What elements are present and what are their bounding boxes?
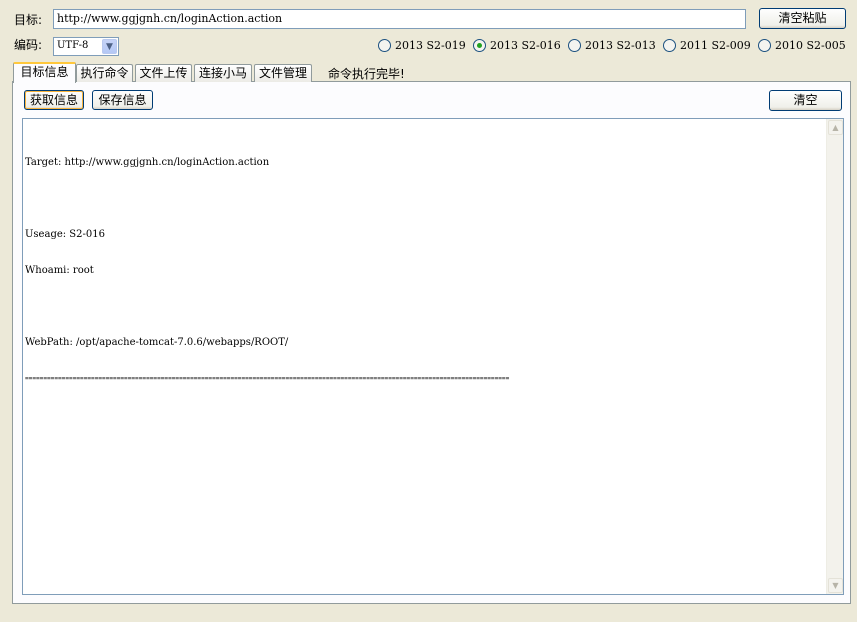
radio-label: 2011 S2-009 [680,38,751,52]
output-line: Useage: S2-016 [25,229,105,240]
radio-s2-019[interactable]: 2013 S2-019 [378,38,466,52]
scroll-down-icon[interactable]: ▼ [828,578,843,593]
vertical-scrollbar[interactable]: ▲ ▼ [826,119,843,594]
radio-s2-013[interactable]: 2013 S2-013 [568,38,656,52]
chevron-down-icon[interactable]: ▼ [102,39,117,54]
radio-circle-icon[interactable] [568,38,581,52]
radio-circle-icon[interactable] [758,38,771,52]
status-text: 命令执行完毕! [328,67,405,81]
get-info-button[interactable]: 获取信息 [24,90,84,110]
output-line: ​ [25,193,509,205]
output-line: WebPath: /opt/apache-tomcat-7.0.6/webapp… [25,337,289,348]
clear-button[interactable]: 清空 [769,90,842,111]
tab-file-upload[interactable]: 文件上传 [135,64,192,82]
output-line: ========================================… [25,375,510,382]
scroll-up-icon[interactable]: ▲ [828,120,843,135]
tab-target-info[interactable]: 目标信息 [13,62,76,83]
output-text: Target: http://www.ggjgnh.cn/loginAction… [25,133,509,409]
radio-s2-016[interactable]: 2013 S2-016 [473,38,561,52]
radio-label: 2013 S2-019 [395,38,466,52]
output-line: ​ [25,301,509,313]
output-line: Target: http://www.ggjgnh.cn/loginAction… [25,157,270,168]
radio-s2-005[interactable]: 2010 S2-005 [758,38,846,52]
output-line: Whoami: root [25,265,94,276]
tab-execute-command[interactable]: 执行命令 [76,64,133,82]
radio-label: 2013 S2-013 [585,38,656,52]
save-info-button[interactable]: 保存信息 [92,90,153,110]
tab-file-manager[interactable]: 文件管理 [254,64,312,82]
output-textarea[interactable]: Target: http://www.ggjgnh.cn/loginAction… [22,118,844,595]
radio-label: 2010 S2-005 [775,38,846,52]
radio-circle-icon[interactable] [663,38,676,52]
target-url-input[interactable]: http://www.ggjgnh.cn/loginAction.action [53,9,746,29]
clear-paste-button[interactable]: 清空粘贴 [759,8,846,29]
radio-s2-009[interactable]: 2011 S2-009 [663,38,751,52]
encoding-label: 编码: [14,38,43,52]
encoding-value: UTF-8 [57,40,89,51]
radio-circle-icon[interactable] [378,38,391,52]
radio-circle-checked-icon[interactable] [473,38,486,52]
tab-connect-shell[interactable]: 连接小马 [194,64,252,82]
target-label: 目标: [14,13,43,27]
encoding-select[interactable]: UTF-8 ▼ [53,37,119,56]
radio-label: 2013 S2-016 [490,38,561,52]
